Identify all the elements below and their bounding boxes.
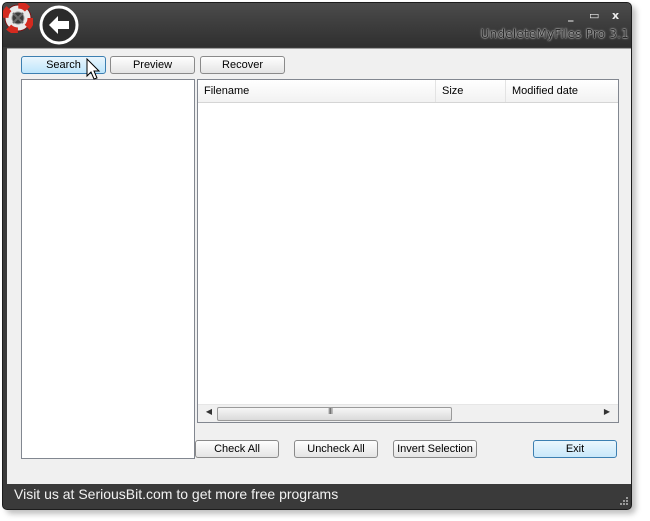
- recover-button[interactable]: Recover: [200, 56, 285, 74]
- check-all-button[interactable]: Check All: [195, 440, 279, 458]
- app-title: UndeleteMyFiles Pro 3.1: [480, 27, 629, 41]
- scroll-right-icon[interactable]: ▶: [600, 407, 614, 416]
- maximize-button[interactable]: ▭: [589, 9, 599, 22]
- back-arrow-icon[interactable]: [39, 5, 79, 45]
- column-size[interactable]: Size: [436, 80, 506, 102]
- scroll-left-icon[interactable]: ◀: [202, 407, 216, 416]
- invert-selection-button[interactable]: Invert Selection: [393, 440, 477, 458]
- preview-button[interactable]: Preview: [110, 56, 195, 74]
- column-filename[interactable]: Filename: [198, 80, 436, 102]
- size-grip-icon[interactable]: [619, 496, 629, 506]
- file-list[interactable]: Filename Size Modified date ◀ III ▶: [197, 79, 619, 423]
- close-button[interactable]: x: [612, 9, 619, 22]
- search-button[interactable]: Search: [21, 56, 106, 74]
- scrollbar-thumb[interactable]: III: [217, 407, 452, 421]
- status-text: Visit us at SeriousBit.com to get more f…: [14, 486, 339, 502]
- title-bar: UndeleteMyFiles Pro 3.1 _ ▭ x: [3, 3, 631, 47]
- app-window: UndeleteMyFiles Pro 3.1 _ ▭ x Search Pre…: [2, 2, 632, 510]
- scrollbar-grip: III: [328, 407, 333, 416]
- exit-button[interactable]: Exit: [533, 440, 617, 458]
- uncheck-all-button[interactable]: Uncheck All: [294, 440, 378, 458]
- column-modified-date[interactable]: Modified date: [506, 80, 618, 102]
- minimize-button[interactable]: _: [568, 9, 574, 22]
- list-header: Filename Size Modified date: [198, 80, 618, 103]
- folder-tree[interactable]: [21, 79, 195, 459]
- status-bar: Visit us at SeriousBit.com to get more f…: [3, 485, 631, 509]
- lifebuoy-logo-icon: [3, 3, 33, 33]
- client-area: Search Preview Recover Filename Size Mod…: [7, 48, 631, 484]
- horizontal-scrollbar[interactable]: ◀ III ▶: [198, 404, 618, 422]
